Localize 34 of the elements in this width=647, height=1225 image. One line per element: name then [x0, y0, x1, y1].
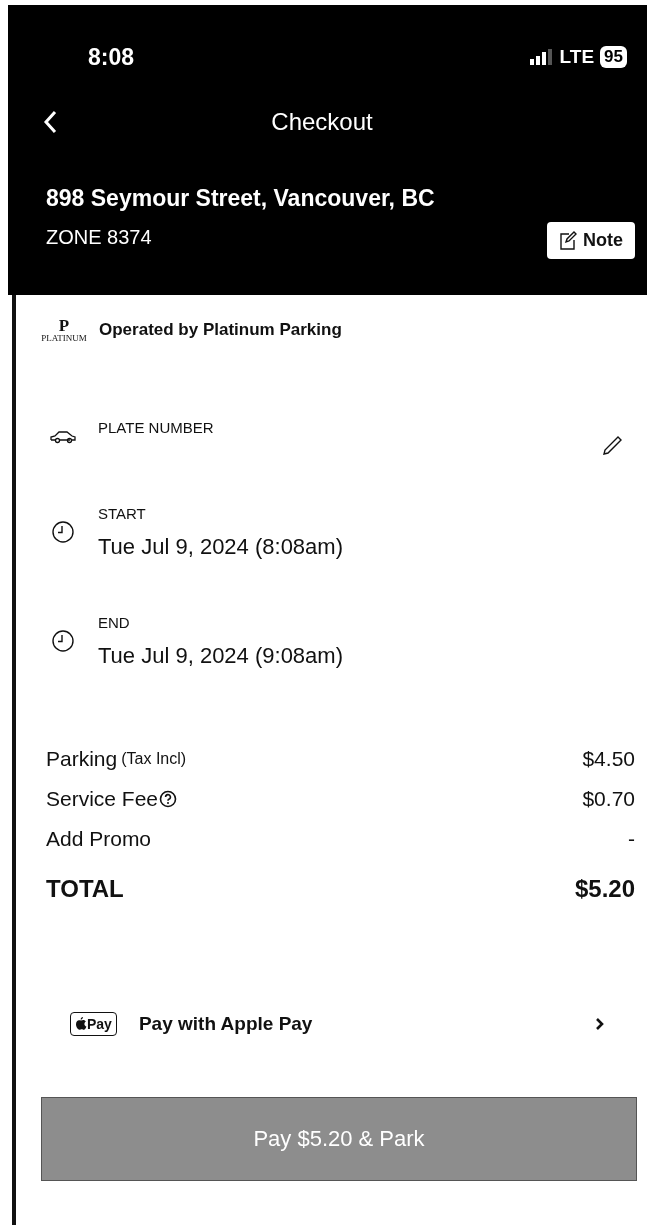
date-time: Tue Jul 9, 2024 (9:08am) [98, 643, 343, 669]
back-icon[interactable] [43, 110, 57, 134]
apple-pay-option[interactable]: Pay Pay with Apple Pay [70, 999, 605, 1049]
battery-level: 95 [600, 46, 627, 68]
zone-number: ZONE 8374 [46, 226, 152, 249]
help-icon[interactable] [159, 790, 178, 808]
operator-logo: P PLATINUM [41, 317, 87, 343]
field-label: END [98, 614, 131, 631]
pencil-icon[interactable] [601, 435, 623, 457]
tax-note: (Tax Incl) [121, 750, 187, 768]
note-icon [559, 230, 577, 251]
apple-pay-mark: Pay [70, 1012, 117, 1036]
page-title: Checkout [270, 108, 374, 136]
charge-label: Add Promo [46, 827, 152, 851]
amount: $0.70 [582, 787, 635, 811]
amount: $5.20 [574, 875, 635, 903]
status-time: 8:08 [88, 43, 135, 71]
chevron-right-icon [595, 1017, 605, 1031]
operator-name: Operated by Platinum Parking [99, 320, 342, 340]
charge-label: Service Fee [46, 787, 159, 811]
amount: $4.50 [582, 747, 635, 771]
clock-icon [51, 519, 75, 544]
note-button[interactable]: Note [547, 222, 635, 259]
charge-label: Parking [46, 747, 118, 771]
charge-label: TOTAL [46, 875, 124, 903]
amount: - [628, 827, 635, 851]
clock-icon [51, 628, 75, 653]
address: 898 Seymour Street, Vancouver, BC [46, 185, 435, 212]
signal-icon [529, 49, 554, 65]
car-icon [49, 429, 77, 445]
field-label: PLATE NUMBER [98, 419, 214, 436]
date-time: Tue Jul 9, 2024 (8:08am) [98, 534, 343, 560]
network-label: LTE [559, 46, 595, 68]
field-label: START [98, 505, 147, 522]
